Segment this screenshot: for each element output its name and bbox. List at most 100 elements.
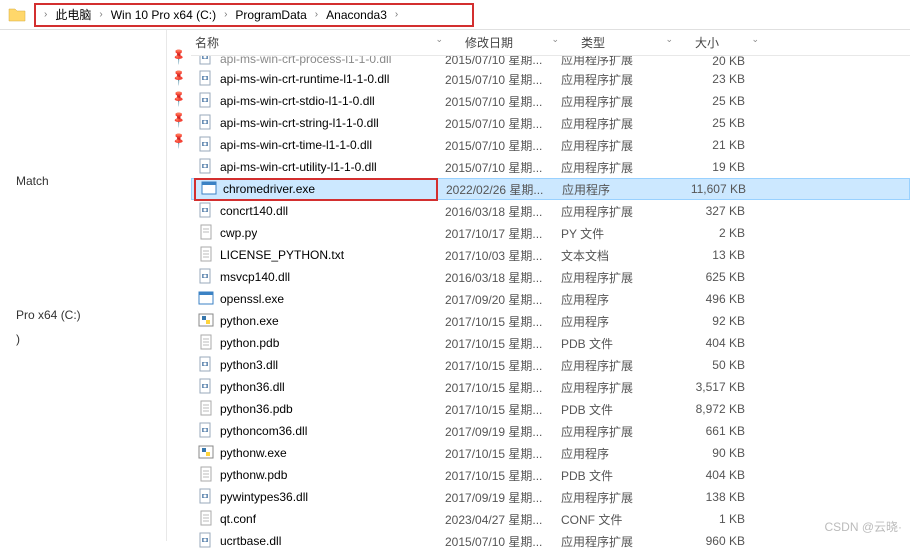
file-name-cell[interactable]: qt.conf — [193, 510, 437, 529]
file-type: 应用程序扩展 — [553, 159, 667, 176]
file-name-cell[interactable]: python36.dll — [193, 378, 437, 397]
file-name-cell[interactable]: python36.pdb — [193, 400, 437, 419]
file-row[interactable]: api-ms-win-crt-process-l1-1-0.dll2015/07… — [191, 56, 910, 68]
file-type: 应用程序 — [553, 445, 667, 462]
file-row[interactable]: concrt140.dll2016/03/18 星期...应用程序扩展327 K… — [191, 200, 910, 222]
file-date: 2023/04/27 星期... — [437, 511, 553, 528]
file-date: 2017/09/19 星期... — [437, 489, 553, 506]
chevron-right-icon: › — [393, 9, 400, 20]
file-size: 19 KB — [667, 160, 753, 174]
dll-file-icon — [197, 70, 215, 89]
file-name: LICENSE_PYTHON.txt — [220, 248, 344, 262]
file-name-cell[interactable]: api-ms-win-crt-time-l1-1-0.dll — [193, 136, 437, 155]
breadcrumb[interactable]: ›此电脑›Win 10 Pro x64 (C:)›ProgramData›Ana… — [34, 3, 474, 27]
file-row[interactable]: LICENSE_PYTHON.txt2017/10/03 星期...文本文档13… — [191, 244, 910, 266]
file-row[interactable]: python36.pdb2017/10/15 星期...PDB 文件8,972 … — [191, 398, 910, 420]
file-date: 2017/10/15 星期... — [437, 357, 553, 374]
chevron-down-icon[interactable]: ⌄ — [435, 34, 449, 51]
file-name-cell[interactable]: pythonw.pdb — [193, 466, 437, 485]
file-date: 2017/09/20 星期... — [437, 291, 553, 308]
file-list[interactable]: api-ms-win-crt-process-l1-1-0.dll2015/07… — [191, 56, 910, 552]
file-date: 2015/07/10 星期... — [437, 71, 553, 88]
file-name-cell[interactable]: ucrtbase.dll — [193, 532, 437, 551]
file-size: 20 KB — [667, 56, 753, 68]
file-row[interactable]: api-ms-win-crt-stdio-l1-1-0.dll2015/07/1… — [191, 90, 910, 112]
column-date[interactable]: 修改日期⌄ — [457, 34, 573, 51]
file-size: 23 KB — [667, 72, 753, 86]
file-name: python.exe — [220, 314, 279, 328]
file-name-cell[interactable]: python.exe — [193, 312, 437, 331]
file-name-cell[interactable]: api-ms-win-crt-process-l1-1-0.dll — [193, 56, 437, 68]
file-row[interactable]: pythonw.pdb2017/10/15 星期...PDB 文件404 KB — [191, 464, 910, 486]
file-size: 3,517 KB — [667, 380, 753, 394]
file-name-cell[interactable]: msvcp140.dll — [193, 268, 437, 287]
chevron-right-icon: › — [222, 9, 229, 20]
file-name-cell[interactable]: LICENSE_PYTHON.txt — [193, 246, 437, 265]
file-name: concrt140.dll — [220, 204, 288, 218]
file-name-cell[interactable]: python.pdb — [193, 334, 437, 353]
breadcrumb-segment[interactable]: Win 10 Pro x64 (C:) — [105, 6, 222, 24]
file-row[interactable]: api-ms-win-crt-runtime-l1-1-0.dll2015/07… — [191, 68, 910, 90]
file-name-cell[interactable]: concrt140.dll — [193, 202, 437, 221]
file-size: 92 KB — [667, 314, 753, 328]
file-name-cell[interactable]: chromedriver.exe — [194, 178, 438, 201]
breadcrumb-segment[interactable]: 此电脑 — [49, 4, 97, 25]
file-name: python3.dll — [220, 358, 278, 372]
file-row[interactable]: python3.dll2017/10/15 星期...应用程序扩展50 KB — [191, 354, 910, 376]
file-name: openssl.exe — [220, 292, 284, 306]
file-size: 327 KB — [667, 204, 753, 218]
file-list-pane: 名称⌄ 修改日期⌄ 类型⌄ 大小⌄ api-ms-win-crt-process… — [191, 30, 910, 541]
dll-file-icon — [197, 158, 215, 177]
file-name-cell[interactable]: pywintypes36.dll — [193, 488, 437, 507]
txt-file-icon — [197, 466, 215, 485]
file-row[interactable]: chromedriver.exe2022/02/26 星期...应用程序11,6… — [191, 178, 910, 200]
file-name-cell[interactable]: api-ms-win-crt-utility-l1-1-0.dll — [193, 158, 437, 177]
file-row[interactable]: api-ms-win-crt-string-l1-1-0.dll2015/07/… — [191, 112, 910, 134]
file-name-cell[interactable]: openssl.exe — [193, 290, 437, 309]
chevron-down-icon[interactable]: ⌄ — [751, 34, 765, 51]
file-row[interactable]: api-ms-win-crt-utility-l1-1-0.dll2015/07… — [191, 156, 910, 178]
file-name-cell[interactable]: api-ms-win-crt-stdio-l1-1-0.dll — [193, 92, 437, 111]
chevron-down-icon[interactable]: ⌄ — [551, 34, 565, 51]
pin-icon: 📌 — [170, 47, 189, 66]
file-row[interactable]: pythoncom36.dll2017/09/19 星期...应用程序扩展661… — [191, 420, 910, 442]
column-size[interactable]: 大小⌄ — [687, 34, 773, 51]
file-row[interactable]: msvcp140.dll2016/03/18 星期...应用程序扩展625 KB — [191, 266, 910, 288]
file-size: 138 KB — [667, 490, 753, 504]
column-name[interactable]: 名称⌄ — [191, 34, 457, 51]
file-name-cell[interactable]: api-ms-win-crt-runtime-l1-1-0.dll — [193, 70, 437, 89]
nav-paren[interactable]: ) — [0, 328, 166, 350]
file-name-cell[interactable]: api-ms-win-crt-string-l1-1-0.dll — [193, 114, 437, 133]
file-name-cell[interactable]: pythoncom36.dll — [193, 422, 437, 441]
chevron-down-icon[interactable]: ⌄ — [665, 34, 679, 51]
file-row[interactable]: python.exe2017/10/15 星期...应用程序92 KB — [191, 310, 910, 332]
file-name: ucrtbase.dll — [220, 534, 281, 548]
file-row[interactable]: openssl.exe2017/09/20 星期...应用程序496 KB — [191, 288, 910, 310]
file-row[interactable]: pythonw.exe2017/10/15 星期...应用程序90 KB — [191, 442, 910, 464]
breadcrumb-segment[interactable]: Anaconda3 — [320, 6, 393, 24]
file-name: api-ms-win-crt-time-l1-1-0.dll — [220, 138, 372, 152]
dll-file-icon — [197, 488, 215, 507]
file-row[interactable]: qt.conf2023/04/27 星期...CONF 文件1 KB — [191, 508, 910, 530]
file-row[interactable]: pywintypes36.dll2017/09/19 星期...应用程序扩展13… — [191, 486, 910, 508]
file-row[interactable]: python.pdb2017/10/15 星期...PDB 文件404 KB — [191, 332, 910, 354]
file-row[interactable]: python36.dll2017/10/15 星期...应用程序扩展3,517 … — [191, 376, 910, 398]
file-name-cell[interactable]: python3.dll — [193, 356, 437, 375]
file-date: 2016/03/18 星期... — [437, 269, 553, 286]
file-type: 应用程序扩展 — [553, 137, 667, 154]
file-name-cell[interactable]: cwp.py — [193, 224, 437, 243]
file-date: 2022/02/26 星期... — [438, 181, 554, 198]
file-row[interactable]: cwp.py2017/10/17 星期...PY 文件2 KB — [191, 222, 910, 244]
file-row[interactable]: ucrtbase.dll2015/07/10 星期...应用程序扩展960 KB — [191, 530, 910, 552]
file-name-cell[interactable]: pythonw.exe — [193, 444, 437, 463]
file-type: 应用程序扩展 — [553, 71, 667, 88]
nav-drive[interactable]: Pro x64 (C:) — [0, 304, 166, 326]
file-name: api-ms-win-crt-stdio-l1-1-0.dll — [220, 94, 375, 108]
column-type[interactable]: 类型⌄ — [573, 34, 687, 51]
file-date: 2017/10/15 星期... — [437, 467, 553, 484]
nav-match[interactable]: Match — [0, 170, 166, 192]
pin-icon: 📌 — [170, 131, 189, 150]
file-date: 2015/07/10 星期... — [437, 159, 553, 176]
breadcrumb-segment[interactable]: ProgramData — [229, 6, 312, 24]
file-row[interactable]: api-ms-win-crt-time-l1-1-0.dll2015/07/10… — [191, 134, 910, 156]
